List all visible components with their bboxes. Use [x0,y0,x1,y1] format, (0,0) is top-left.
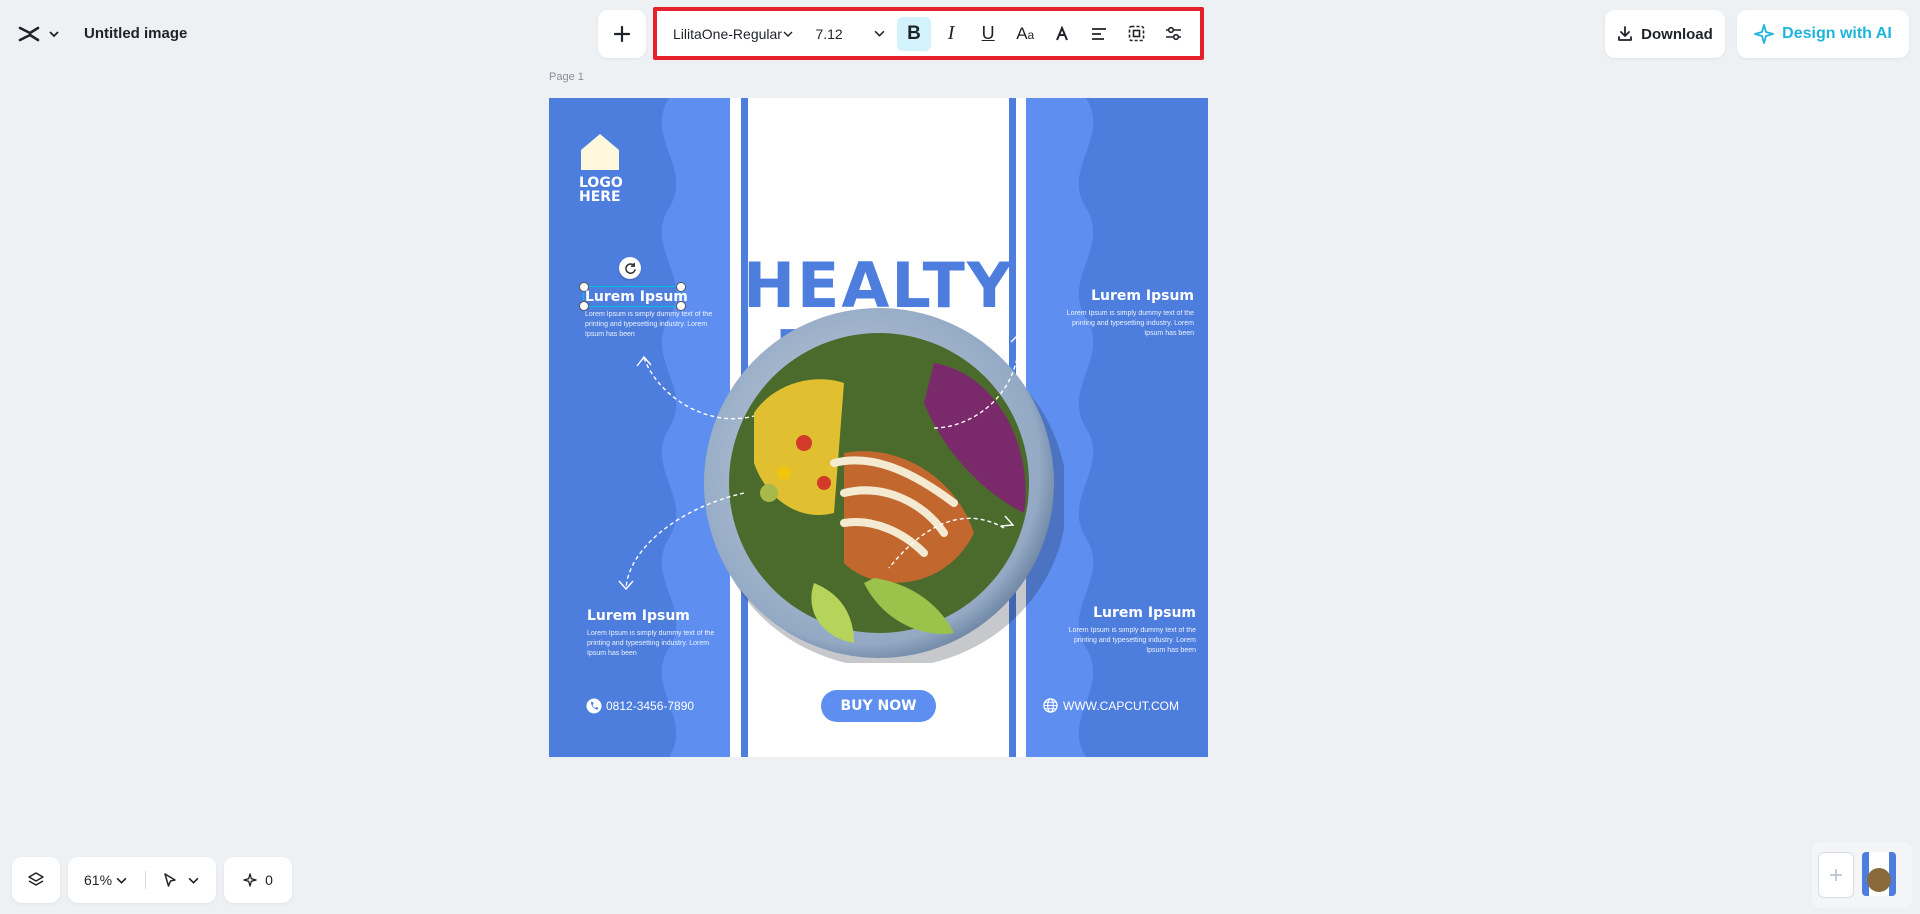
design-with-ai-label: Design with AI [1782,25,1892,42]
adjust-icon [1165,26,1181,41]
page-thumbnail[interactable] [1862,852,1896,896]
bold-button[interactable]: B [897,16,931,51]
text-color-icon [1056,25,1069,40]
bottom-right-title[interactable]: Lurem Ipsum [1069,605,1196,621]
design-canvas[interactable]: LOGO HERE HEALTY FOOD [549,98,1208,757]
phone-contact[interactable]: 0812-3456-7890 [586,698,694,714]
underline-button[interactable]: U [972,17,1005,51]
font-size-select[interactable]: 7.12 [797,26,895,42]
text-color-button[interactable] [1046,17,1079,51]
page-label: Page 1 [549,71,584,83]
text-case-button[interactable]: Aa [1009,17,1042,51]
text-case-icon: Aa [1016,23,1035,43]
italic-icon: I [947,22,955,44]
chevron-down-icon [875,30,885,37]
pointer-icon[interactable] [162,872,178,888]
chevron-down-icon [116,877,127,884]
top-right-body[interactable]: Lorem Ipsum is simply dummy text of the … [1054,309,1194,339]
align-left-icon [1092,27,1107,40]
download-icon [1618,26,1633,41]
divider [145,871,147,889]
align-button[interactable] [1083,17,1116,51]
add-element-button[interactable] [598,10,646,58]
website-contact[interactable]: WWW.CAPCUT.COM [1043,698,1179,713]
top-left-title[interactable]: Lurem Ipsum [585,289,688,305]
layers-icon [28,872,44,886]
top-left-body[interactable]: Lorem Ipsum is simply dummy text of the … [585,310,715,340]
text-box-icon [1128,25,1145,42]
chevron-down-icon [783,31,793,37]
ai-sparkle-icon [1754,24,1775,44]
font-size-value: 7.12 [815,25,843,42]
ai-credits-button[interactable]: 0 [224,857,292,903]
sparkle-icon [243,873,257,887]
rotate-icon [624,262,636,274]
download-label: Download [1641,25,1713,43]
document-title[interactable]: Untitled image [84,25,187,42]
app-menu[interactable] [12,16,72,52]
text-box-button[interactable] [1120,17,1153,51]
plus-icon [1830,869,1842,881]
adjust-button[interactable] [1157,17,1190,51]
zoom-control[interactable]: 61% [68,857,216,903]
text-toolbar: LilitaOne-Regular 7.12 B I U Aa [653,7,1204,60]
globe-icon [1043,698,1058,713]
underline-icon: U [981,23,995,43]
font-family-value: LilitaOne-Regular [673,25,782,42]
ai-credits-count: 0 [265,872,273,888]
bold-icon: B [907,22,921,44]
phone-icon [586,698,602,714]
pages-panel [1812,842,1912,908]
download-button[interactable]: Download [1605,10,1725,58]
design-with-ai-button[interactable]: Design with AI [1737,10,1909,58]
bottom-left-title[interactable]: Lurem Ipsum [587,608,690,624]
top-right-title[interactable]: Lurem Ipsum [1069,288,1194,304]
layers-button[interactable] [12,857,60,903]
chevron-down-icon [188,877,199,884]
bottom-right-body[interactable]: Lorem Ipsum is simply dummy text of the … [1054,626,1196,656]
font-family-select[interactable]: LilitaOne-Regular [665,26,797,42]
capcut-logo-icon [18,26,40,42]
bottom-left-body[interactable]: Lorem Ipsum is simply dummy text of the … [587,629,717,659]
zoom-value[interactable]: 61% [78,872,112,888]
chevron-down-icon [49,31,59,38]
add-page-button[interactable] [1818,852,1854,898]
buy-now-button[interactable]: BUY NOW [821,690,936,722]
thumbnail-bowl [1867,868,1891,892]
plus-icon [613,25,631,43]
italic-button[interactable]: I [935,17,968,51]
rotate-handle[interactable] [619,257,641,279]
